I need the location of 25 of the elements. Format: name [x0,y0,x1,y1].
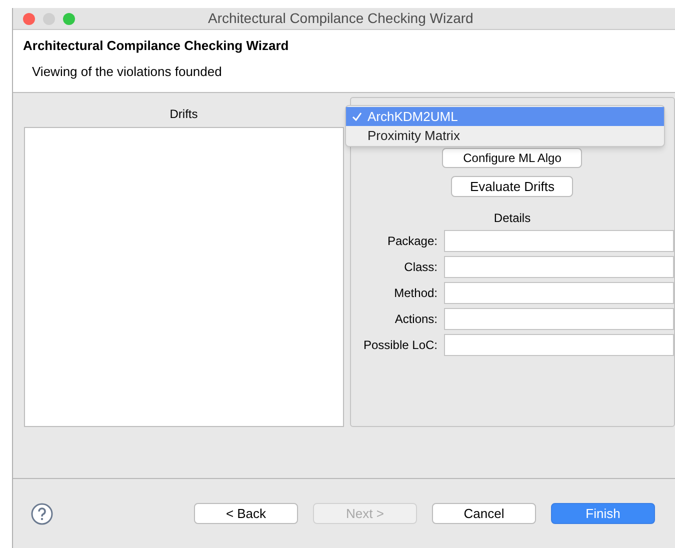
maximize-icon[interactable] [63,12,75,24]
configure-button[interactable]: Configure ML Algo [442,148,582,168]
help-icon[interactable] [31,502,53,524]
input-field[interactable] [444,334,674,356]
check-icon [352,112,362,122]
menu-item[interactable]: Proximity Matrix [346,126,664,145]
input-field[interactable] [444,256,674,278]
drifts-list[interactable] [24,127,344,427]
field-label: Possible LoC: [362,337,438,354]
field-label: Method: [393,285,438,302]
window-title: Architectural Compilance Checking Wizard [208,9,474,28]
input-field[interactable] [444,230,674,252]
wizard-subtitle: Viewing of the violations founded [31,62,223,81]
close-icon[interactable] [23,12,35,24]
field-label: Package: [386,233,438,250]
field-label: Actions: [394,311,438,328]
details-heading: Details [494,210,531,227]
dialog-button[interactable]: < Back [194,503,298,524]
input-field[interactable] [444,308,674,330]
evaluate-drifts-button[interactable]: Evaluate Drifts [451,176,574,197]
field-label: Class: [403,259,438,276]
wizard-title: Architectural Compilance Checking Wizard [23,37,290,55]
drifts-label: Drifts [170,106,198,123]
input-field[interactable] [444,282,674,304]
dialog-button[interactable]: Cancel [432,503,536,524]
